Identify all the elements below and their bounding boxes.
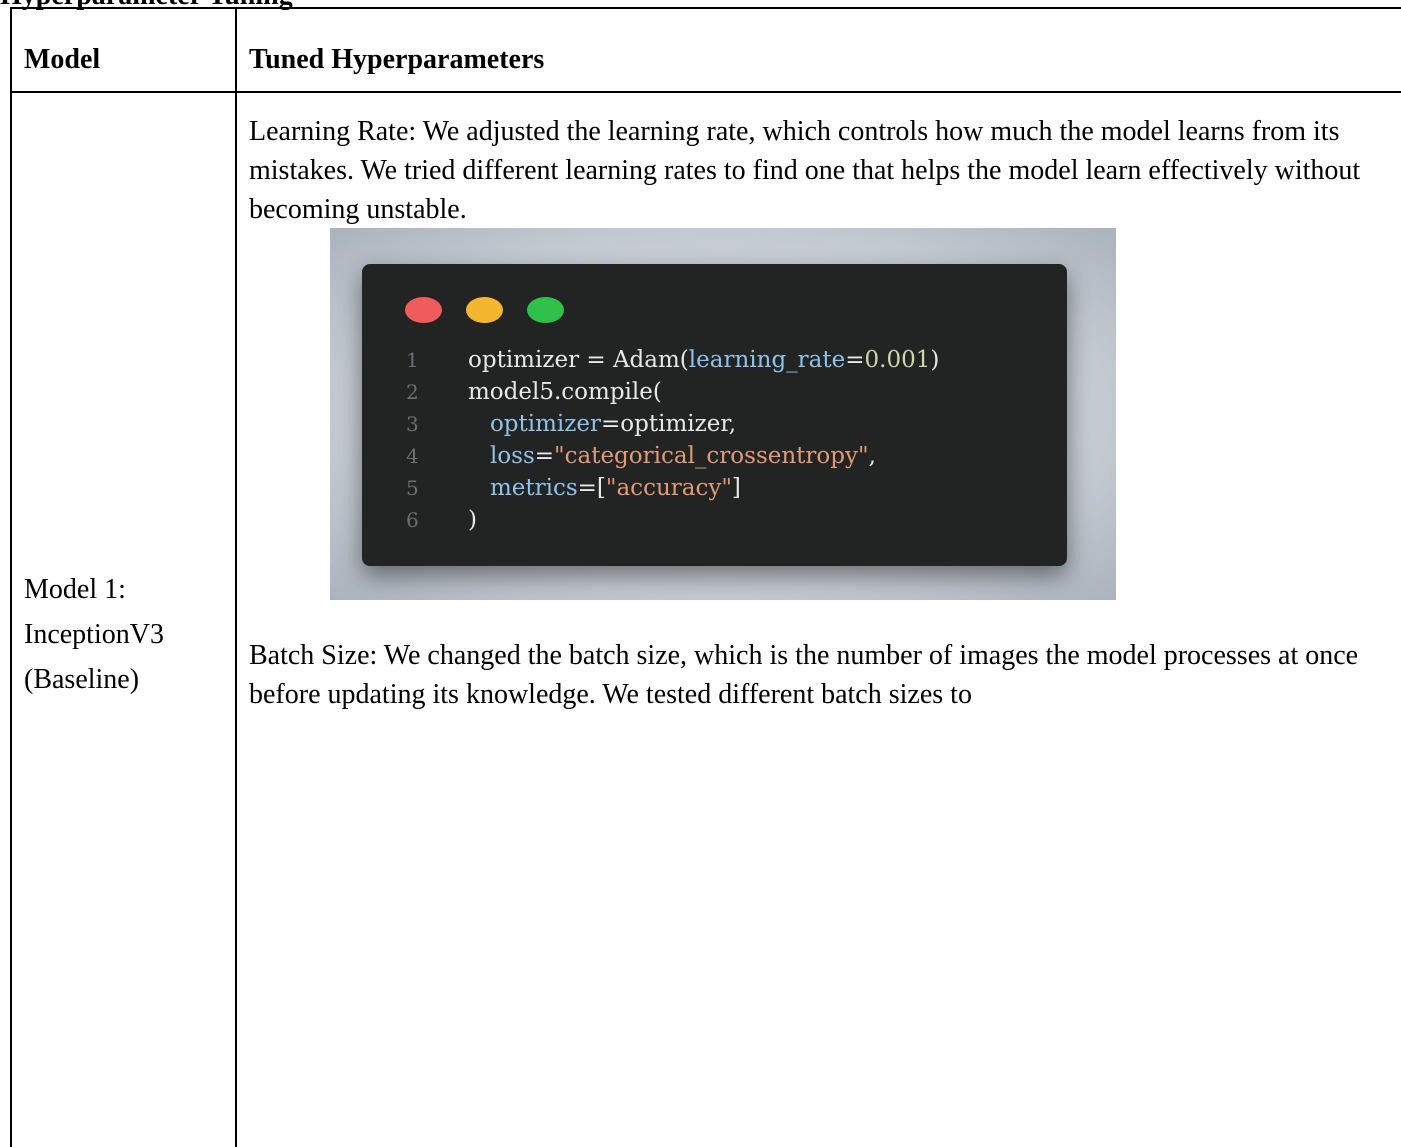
- code-token: =: [845, 347, 865, 373]
- code-screenshot: 1 optimizer = Adam(learning_rate=0.001) 2 m…: [330, 228, 1116, 600]
- learning-rate-paragraph: Learning Rate: We adjusted the learning …: [249, 116, 1361, 225]
- code-line: 3 optimizer=optimizer,: [406, 408, 939, 440]
- hyperparameter-table: Model Tuned Hyperparameters Model 1: Inc…: [10, 7, 1401, 1147]
- line-number: 2: [406, 380, 419, 404]
- code-token: ,: [868, 443, 876, 469]
- window-maximize-dot: [527, 297, 564, 323]
- code-token: optimizer = Adam(: [468, 347, 689, 373]
- line-number: 5: [406, 476, 419, 500]
- code-token: ): [468, 507, 477, 533]
- code-line: 2 model5.compile(: [406, 376, 939, 408]
- code-token: model5.compile(: [468, 379, 662, 405]
- code-token: metrics: [489, 475, 578, 501]
- code-window: 1 optimizer = Adam(learning_rate=0.001) 2 m…: [362, 264, 1067, 566]
- model-name-line: (Baseline): [24, 664, 140, 695]
- code-token: 0.001: [864, 347, 931, 373]
- window-minimize-dot: [466, 297, 503, 323]
- line-number: 1: [406, 348, 419, 372]
- code-token: optimizer: [489, 411, 601, 437]
- code-token: =optimizer,: [601, 411, 737, 437]
- column-divider: [235, 9, 237, 1147]
- window-close-dot: [405, 297, 442, 323]
- code-token: loss: [489, 443, 535, 469]
- line-number: 4: [406, 444, 419, 468]
- batch-size-paragraph: Batch Size: We changed the batch size, w…: [249, 640, 1359, 710]
- line-number: 3: [406, 412, 419, 436]
- line-number: 6: [406, 508, 419, 532]
- code-token: ]: [731, 475, 741, 501]
- header-row-divider: [12, 91, 1401, 93]
- code-line: 1 optimizer = Adam(learning_rate=0.001): [406, 344, 939, 376]
- code-token: "accuracy": [605, 475, 732, 501]
- code-token: ): [930, 347, 940, 373]
- model-name-line: InceptionV3: [24, 619, 164, 650]
- header-tuned-hyperparameters: Tuned Hyperparameters: [249, 44, 545, 75]
- code-line: 4 loss="categorical_crossentropy",: [406, 440, 939, 472]
- model-name-cell: Model 1: InceptionV3 (Baseline): [24, 567, 229, 702]
- model-name-line: Model 1:: [24, 574, 126, 605]
- code-lines: 1 optimizer = Adam(learning_rate=0.001) 2 m…: [406, 344, 939, 536]
- code-token: =: [534, 443, 555, 469]
- header-model: Model: [24, 44, 101, 75]
- code-token: "categorical_crossentropy": [554, 443, 869, 469]
- code-line: 5 metrics=["accuracy"]: [406, 472, 939, 504]
- code-line: 6): [406, 504, 939, 536]
- code-token: learning_rate: [688, 347, 846, 373]
- code-token: =[: [577, 475, 606, 501]
